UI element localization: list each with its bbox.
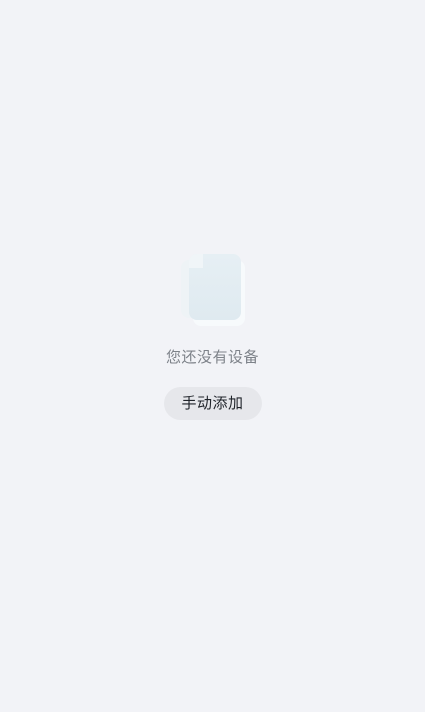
document-fold-shape [188,254,203,268]
empty-document-icon [177,250,249,330]
empty-state: 您还没有设备 手动添加 [0,250,425,420]
manual-add-button[interactable]: 手动添加 [163,387,262,420]
empty-message: 您还没有设备 [165,348,259,366]
device-list-screen: 您还没有设备 手动添加 [0,0,425,712]
